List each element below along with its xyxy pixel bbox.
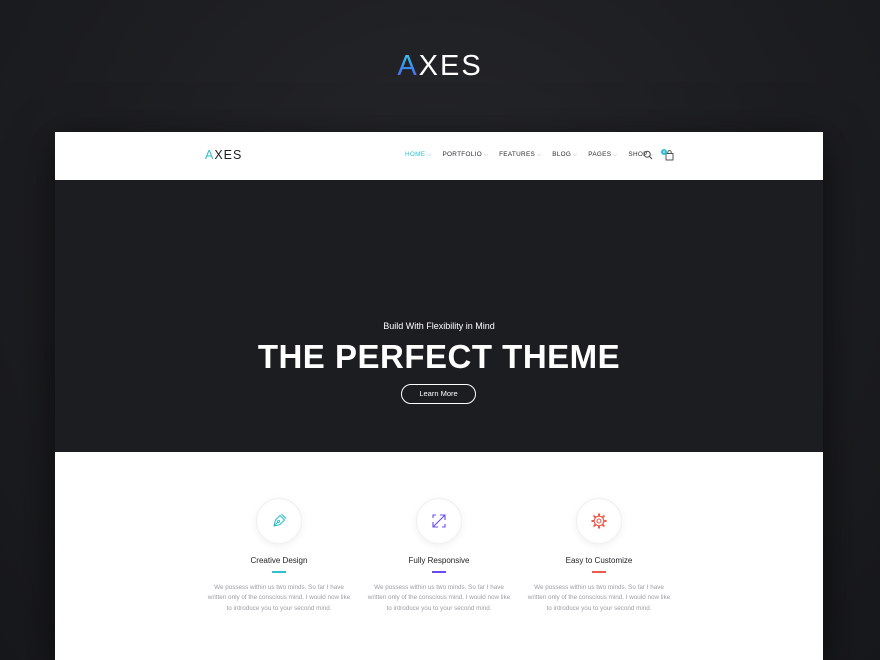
chevron-down-icon: ⌵ [427, 151, 432, 158]
menu-item-pages[interactable]: PAGES ⌵ [588, 151, 617, 158]
brand-logo: AXES [397, 50, 483, 82]
hero-title: THE PERFECT THEME [257, 338, 621, 375]
feature-fully-responsive: Fully Responsive We possess within us tw… [359, 498, 519, 614]
feature-easy-to-customize: Easy to Customize We possess within us t… [519, 498, 679, 614]
feature-title: Fully Responsive [408, 556, 470, 565]
cart-count-badge: 0 [661, 149, 667, 155]
feature-description: We possess within us two minds. So far I… [367, 583, 511, 612]
hero-slider: Build With Flexibility in Mind THE PERFE… [55, 180, 823, 473]
chevron-down-icon: ⌵ [537, 151, 542, 158]
feature-description: We possess within us two minds. So far I… [527, 583, 671, 612]
resize-arrows-icon [432, 514, 446, 528]
hero-subtitle: Build With Flexibility in Mind [383, 321, 495, 331]
feature-underline [592, 571, 606, 573]
chevron-down-icon: ⌵ [483, 151, 489, 158]
menu-item-home[interactable]: HOME ⌵ [405, 151, 431, 158]
feature-icon-circle [256, 498, 302, 544]
main-menu: HOME ⌵ PORTFOLIO ⌵ FEATURES ⌵ BLOG ⌵ PAGES ⌵ … [405, 151, 665, 158]
gear-icon [591, 513, 607, 529]
menu-item-blog[interactable]: BLOG ⌵ [552, 151, 577, 158]
feature-title: Creative Design [250, 556, 308, 565]
feature-icon-circle [576, 498, 622, 544]
feature-underline [432, 571, 446, 573]
feature-title: Easy to Customize [565, 556, 633, 565]
feature-description: We possess within us two minds. So far I… [207, 583, 351, 612]
features-section: Creative Design We possess within us two… [55, 452, 823, 660]
menu-item-portfolio[interactable]: PORTFOLIO ⌵ [442, 151, 488, 158]
pen-icon [273, 513, 287, 527]
feature-underline [272, 571, 286, 573]
feature-creative-design: Creative Design We possess within us two… [199, 498, 359, 614]
menu-item-features[interactable]: FEATURES ⌵ [499, 151, 541, 158]
chevron-down-icon: ⌵ [613, 151, 618, 158]
learn-more-button[interactable]: Learn More [401, 384, 476, 404]
search-icon[interactable] [643, 150, 653, 160]
chevron-down-icon: ⌵ [573, 151, 578, 158]
site-preview: AXES HOME ⌵ PORTFOLIO ⌵ FEATURES ⌵ BLOG ⌵ PA… [55, 132, 823, 660]
navbar: AXES HOME ⌵ PORTFOLIO ⌵ FEATURES ⌵ BLOG ⌵ PA… [55, 132, 823, 180]
feature-icon-circle [416, 498, 462, 544]
nav-logo[interactable]: AXES [205, 148, 242, 162]
